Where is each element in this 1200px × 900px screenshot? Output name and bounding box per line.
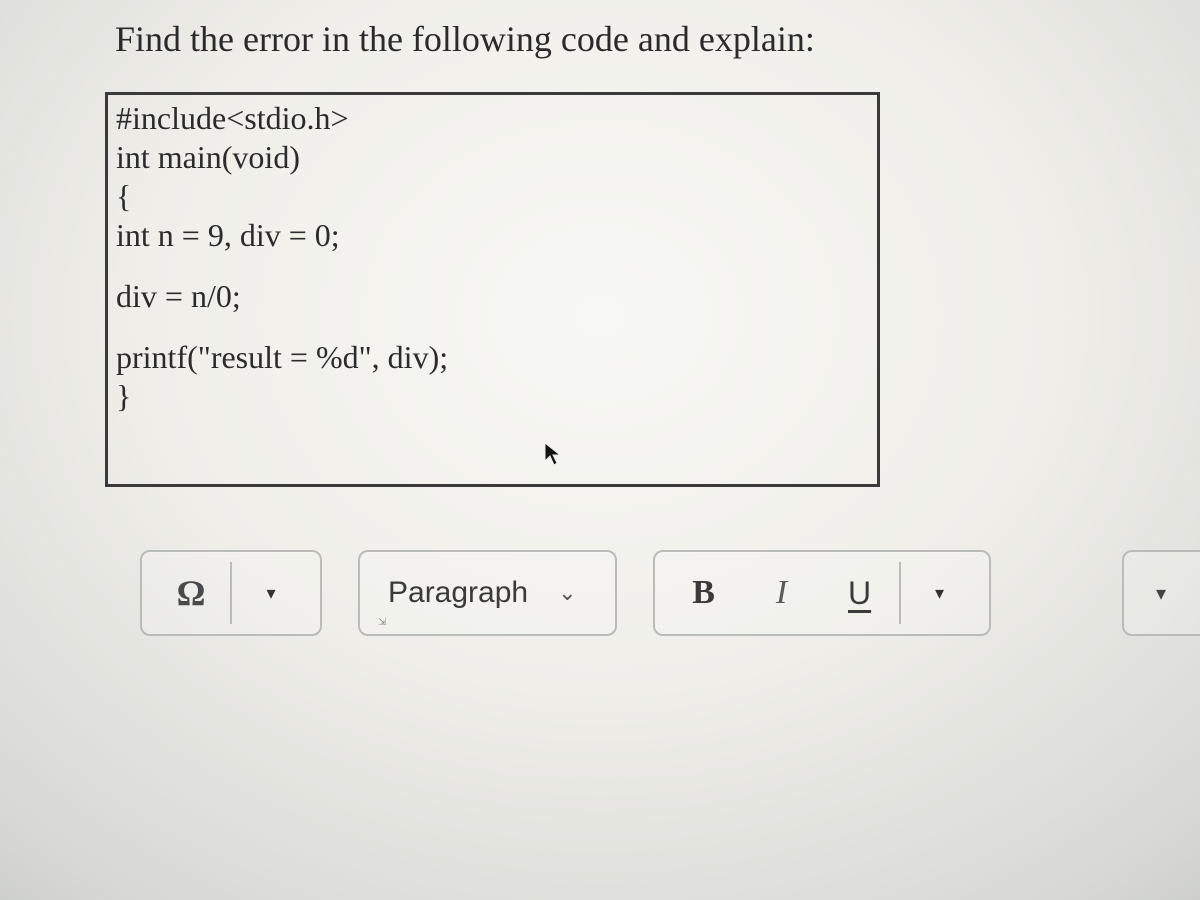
bold-button[interactable]: B — [665, 552, 743, 634]
blank-line — [116, 316, 869, 338]
text-style-group: B I U ▾ — [653, 550, 991, 636]
triangle-down-icon: ▾ — [925, 583, 954, 604]
code-line: div = n/0; — [116, 277, 869, 316]
code-line: int n = 9, div = 0; — [116, 216, 869, 255]
block-format-group: Paragraph ⌄ ⇲ — [358, 550, 617, 636]
bold-icon: B — [692, 574, 715, 612]
blank-line — [116, 255, 869, 277]
code-line: #include<stdio.h> — [116, 99, 869, 138]
code-line: { — [116, 177, 869, 216]
block-format-select[interactable]: Paragraph ⌄ — [370, 552, 605, 634]
italic-button[interactable]: I — [743, 552, 821, 634]
special-char-dropdown[interactable]: ▾ — [232, 552, 310, 634]
code-line: int main(void) — [116, 138, 869, 177]
code-sample-box: #include<stdio.h> int main(void) { int n… — [105, 92, 880, 487]
question-prompt: Find the error in the following code and… — [115, 18, 815, 60]
chevron-down-icon: ⌄ — [550, 580, 584, 606]
italic-icon: I — [776, 574, 787, 612]
code-line: } — [116, 377, 869, 416]
resize-grip-icon: ⇲ — [378, 617, 386, 628]
editor-toolbar: Ω ▾ Paragraph ⌄ ⇲ B I U — [140, 550, 991, 636]
block-format-label: Paragraph — [388, 576, 528, 610]
underline-button[interactable]: U — [821, 552, 899, 634]
mouse-cursor-icon — [543, 441, 563, 467]
underline-icon: U — [848, 575, 871, 612]
triangle-down-icon: ▾ — [256, 583, 285, 604]
omega-icon: Ω — [177, 572, 206, 614]
toolbar-overflow-group[interactable]: ▾ — [1122, 550, 1200, 636]
question-screen: Find the error in the following code and… — [0, 0, 1200, 900]
text-style-dropdown[interactable]: ▾ — [901, 552, 979, 634]
special-char-group: Ω ▾ — [140, 550, 322, 636]
insert-special-char-button[interactable]: Ω — [152, 552, 230, 634]
code-line: printf("result = %d", div); — [116, 338, 869, 377]
triangle-down-icon: ▾ — [1146, 581, 1176, 606]
